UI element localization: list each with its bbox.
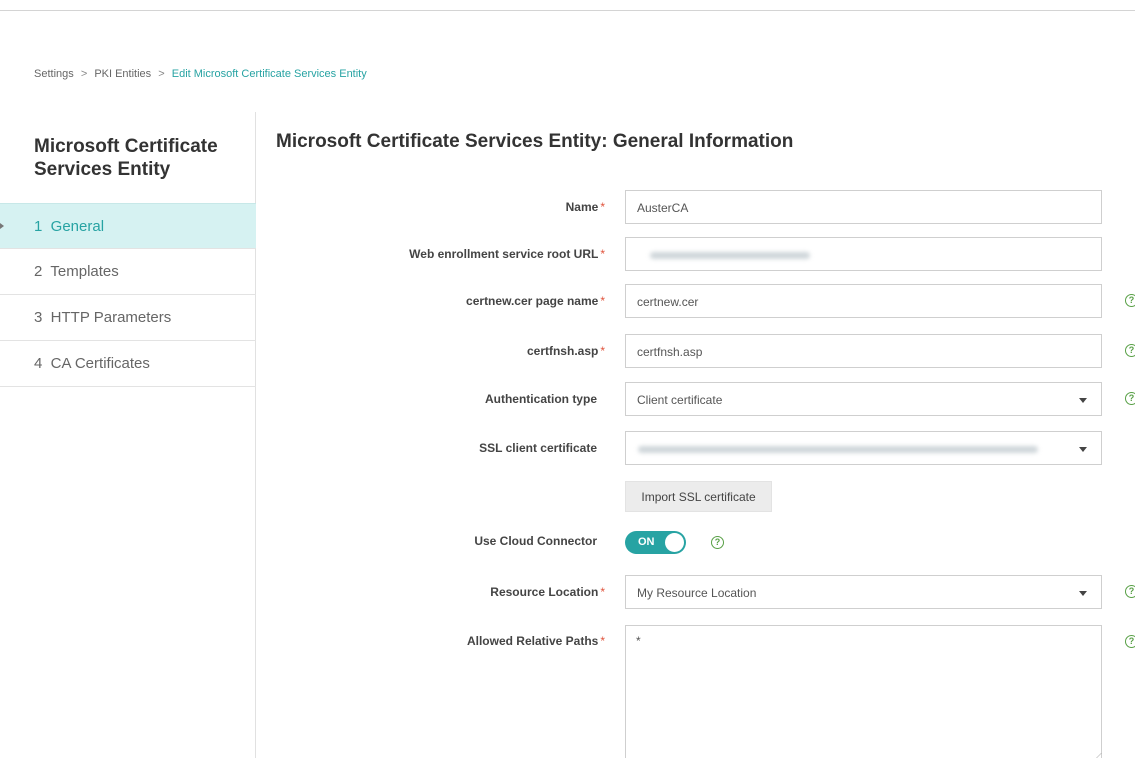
sidebar-title: Microsoft Certificate Services Entity [34, 136, 218, 180]
help-circle-icon[interactable]: ? [1125, 294, 1135, 307]
sidebar-item-label: 3 HTTP Parameters [34, 309, 172, 326]
sidebar-item-templates[interactable]: 2 Templates [0, 249, 256, 295]
cloud-connector-label: Use Cloud Connector [474, 534, 597, 548]
sidebar-item-label: 2 Templates [34, 263, 119, 280]
relative-paths-label: Allowed Relative Paths * [466, 634, 605, 648]
sidebar-nav: 1 General 2 Templates 3 HTTP Parameters … [0, 203, 256, 387]
import-ssl-certificate-button[interactable]: Import SSL certificate [625, 481, 772, 512]
help-circle-icon[interactable]: ? [1125, 635, 1135, 648]
breadcrumb-current: Edit Microsoft Certificate Services Enti… [171, 68, 367, 80]
form-row-certnew: certnew.cer page name * certnew.cer ? [270, 284, 1135, 318]
sidebar-item-http-parameters[interactable]: 3 HTTP Parameters [0, 295, 256, 341]
sidebar-item-label: 4 CA Certificates [34, 355, 150, 372]
relative-paths-textarea[interactable]: * [625, 625, 1102, 758]
breadcrumb-settings[interactable]: Settings [34, 68, 74, 80]
required-mark: * [600, 585, 605, 599]
form-row-certfnsh: certfnsh.asp * certfnsh.asp ? [270, 334, 1135, 368]
required-mark: * [600, 200, 605, 214]
resource-location-label: Resource Location * [490, 585, 605, 599]
ssl-cert-select[interactable] [625, 431, 1102, 465]
form-row-auth-type: Authentication type Client certificate ? [270, 382, 1135, 416]
chevron-down-icon [1079, 591, 1087, 596]
sidebar-item-general[interactable]: 1 General [0, 203, 256, 249]
sidebar-item-ca-certificates[interactable]: 4 CA Certificates [0, 341, 256, 387]
certfnsh-input[interactable]: certfnsh.asp [625, 334, 1102, 368]
toggle-state-text: ON [638, 536, 655, 548]
help-circle-icon[interactable]: ? [1125, 344, 1135, 357]
help-circle-icon[interactable]: ? [1125, 392, 1135, 405]
chevron-down-icon [1079, 447, 1087, 452]
help-circle-icon[interactable]: ? [711, 536, 724, 549]
page-title: Microsoft Certificate Services Entity: G… [276, 131, 794, 152]
required-mark: * [600, 247, 605, 261]
top-divider [0, 10, 1135, 11]
resize-handle-icon[interactable] [1086, 753, 1102, 758]
form-row-name: Name * AusterCA [270, 190, 1135, 224]
form-row-relative-paths: Allowed Relative Paths * * ? [270, 625, 1135, 758]
required-mark: * [600, 344, 605, 358]
name-label: Name * [565, 200, 605, 214]
root-url-label: Web enrollment service root URL * [409, 247, 605, 261]
form-row-resource-location: Resource Location * My Resource Location … [270, 575, 1135, 609]
sidebar-item-label: 1 General [34, 217, 105, 235]
redacted-value [638, 446, 1038, 453]
name-input[interactable]: AusterCA [625, 190, 1102, 224]
chevron-down-icon [1079, 398, 1087, 403]
certnew-label: certnew.cer page name * [466, 294, 605, 308]
sidebar: Microsoft Certificate Services Entity 1 … [0, 112, 256, 758]
root-url-input[interactable] [625, 237, 1102, 271]
form-row-root-url: Web enrollment service root URL * [270, 237, 1135, 271]
help-circle-icon[interactable]: ? [1125, 585, 1135, 598]
redacted-value [650, 252, 810, 259]
breadcrumb: Settings > PKI Entities > Edit Microsoft… [34, 68, 367, 80]
certfnsh-label: certfnsh.asp * [526, 344, 605, 358]
auth-type-select[interactable]: Client certificate [625, 382, 1102, 416]
toggle-knob [665, 533, 684, 552]
required-mark: * [600, 634, 605, 648]
resource-location-select[interactable]: My Resource Location [625, 575, 1102, 609]
form-row-ssl-cert: SSL client certificate [270, 431, 1135, 465]
certnew-input[interactable]: certnew.cer [625, 284, 1102, 318]
ssl-cert-label: SSL client certificate [479, 441, 597, 455]
breadcrumb-pki-entities[interactable]: PKI Entities [94, 68, 151, 80]
form-row-cloud-connector: Use Cloud Connector ON ? [270, 524, 1135, 558]
breadcrumb-separator: > [80, 68, 88, 80]
auth-type-label: Authentication type [484, 392, 597, 406]
cloud-connector-toggle[interactable]: ON [625, 531, 686, 554]
breadcrumb-separator: > [158, 68, 165, 80]
required-mark: * [600, 294, 605, 308]
